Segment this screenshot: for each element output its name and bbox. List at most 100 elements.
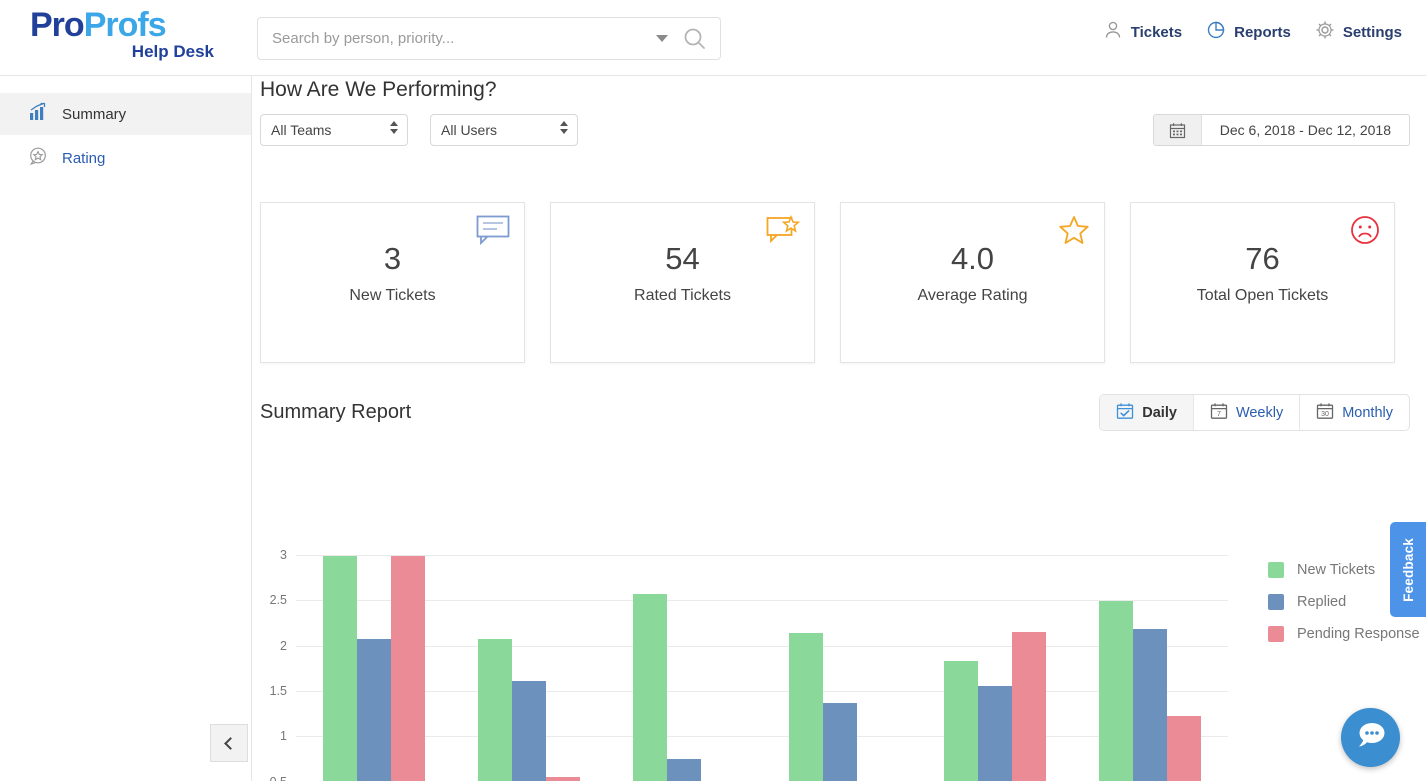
feedback-tab[interactable]: Feedback bbox=[1390, 522, 1426, 617]
tab-label-monthly: Monthly bbox=[1342, 405, 1393, 421]
tab-monthly[interactable]: 30 Monthly bbox=[1300, 395, 1409, 430]
stat-label: Total Open Tickets bbox=[1131, 287, 1394, 305]
sidebar-item-rating[interactable]: Rating bbox=[0, 137, 251, 179]
search-input[interactable] bbox=[258, 18, 656, 59]
filter-bar: All Teams All Users bbox=[260, 114, 578, 146]
chevron-down-icon[interactable] bbox=[656, 35, 668, 42]
chat-bubble-icon bbox=[1354, 718, 1388, 757]
y-axis-tick-label: 2.5 bbox=[270, 593, 287, 607]
chart-bar-group: Fri Dec 7 bbox=[451, 556, 606, 781]
svg-text:30: 30 bbox=[1321, 411, 1329, 418]
search-bar[interactable] bbox=[257, 17, 721, 60]
legend-item[interactable]: Pending Response bbox=[1268, 618, 1420, 650]
nav-item-reports[interactable]: Reports bbox=[1206, 20, 1291, 44]
legend-label: New Tickets bbox=[1297, 562, 1375, 578]
chart-bar[interactable] bbox=[1133, 629, 1167, 781]
y-axis-tick-label: 3 bbox=[280, 548, 287, 562]
sidebar-label-summary: Summary bbox=[62, 106, 126, 123]
sidebar-item-summary[interactable]: Summary bbox=[0, 93, 251, 135]
chart-bar[interactable] bbox=[357, 639, 391, 781]
bar-chart-arrow-icon bbox=[28, 102, 48, 126]
chevron-left-icon bbox=[224, 737, 237, 750]
chart-bar-group: Tue Dec 11 bbox=[1073, 556, 1228, 781]
app-header: ProProfs Help Desk Tickets Reports Set bbox=[0, 0, 1426, 76]
stat-card-total-open-tickets[interactable]: 76 Total Open Tickets bbox=[1130, 202, 1395, 363]
search-icon[interactable] bbox=[682, 26, 708, 52]
logo[interactable]: ProProfs Help Desk bbox=[30, 8, 220, 62]
pie-chart-icon bbox=[1206, 20, 1226, 44]
report-title: Summary Report bbox=[260, 401, 411, 424]
gear-icon bbox=[1315, 20, 1335, 44]
chart-bar[interactable] bbox=[512, 681, 546, 781]
users-select[interactable]: All Users bbox=[430, 114, 578, 146]
date-range-picker[interactable]: Dec 6, 2018 - Dec 12, 2018 bbox=[1153, 114, 1410, 146]
stepper-arrows-icon bbox=[560, 121, 568, 134]
nav-item-settings[interactable]: Settings bbox=[1315, 20, 1402, 44]
stepper-arrows-icon bbox=[390, 121, 398, 134]
y-axis-tick-label: 1 bbox=[280, 729, 287, 743]
user-icon bbox=[1103, 20, 1123, 44]
tab-weekly[interactable]: 7 Weekly bbox=[1194, 395, 1300, 430]
teams-select[interactable]: All Teams bbox=[260, 114, 408, 146]
tab-label-daily: Daily bbox=[1142, 405, 1177, 421]
chart-plot-area: 00.511.522.53 Thu Dec 6Fri Dec 7Sat Dec … bbox=[296, 556, 1228, 781]
stat-card-rated-tickets[interactable]: 54 Rated Tickets bbox=[550, 202, 815, 363]
stat-value: 76 bbox=[1131, 241, 1394, 277]
chart-bar[interactable] bbox=[789, 633, 823, 781]
calendar-30-icon: 30 bbox=[1316, 402, 1334, 424]
legend-swatch bbox=[1268, 562, 1284, 578]
stat-value: 4.0 bbox=[841, 241, 1104, 277]
feedback-label: Feedback bbox=[1401, 538, 1416, 602]
stat-card-new-tickets[interactable]: 3 New Tickets bbox=[260, 202, 525, 363]
y-axis-tick-label: 0.5 bbox=[270, 775, 287, 781]
nav-label-reports: Reports bbox=[1234, 24, 1291, 41]
tab-label-weekly: Weekly bbox=[1236, 405, 1283, 421]
chart-bar[interactable] bbox=[823, 703, 857, 781]
chat-button[interactable] bbox=[1341, 708, 1400, 767]
tab-daily[interactable]: Daily bbox=[1100, 395, 1194, 430]
legend-label: Replied bbox=[1297, 594, 1346, 610]
period-tabs: Daily 7 Weekly 30 Monthly bbox=[1099, 394, 1410, 431]
main-content: How Are We Performing? All Teams All Use… bbox=[252, 76, 1426, 781]
summary-bar-chart: 00.511.522.53 Thu Dec 6Fri Dec 7Sat Dec … bbox=[260, 468, 1420, 778]
stat-cards: 3 New Tickets 54 Rated Tickets 4.0 Avera… bbox=[260, 202, 1395, 363]
star-bubble-icon bbox=[28, 146, 48, 170]
chart-bar-group: Thu Dec 6 bbox=[296, 556, 451, 781]
chart-bar[interactable] bbox=[978, 686, 1012, 781]
chart-bar[interactable] bbox=[546, 777, 580, 781]
svg-text:7: 7 bbox=[1217, 409, 1221, 418]
date-range-value: Dec 6, 2018 - Dec 12, 2018 bbox=[1202, 122, 1409, 138]
calendar-icon bbox=[1154, 115, 1202, 145]
chart-bar[interactable] bbox=[633, 594, 667, 781]
legend-label: Pending Response bbox=[1297, 626, 1420, 642]
page-title: How Are We Performing? bbox=[260, 78, 497, 102]
calendar-check-icon bbox=[1116, 402, 1134, 424]
chart-bar-group: Sat Dec 8 bbox=[607, 556, 762, 781]
y-axis-tick-label: 2 bbox=[280, 639, 287, 653]
chart-bar[interactable] bbox=[1099, 601, 1133, 781]
chart-bar[interactable] bbox=[667, 759, 701, 781]
stat-label: Average Rating bbox=[841, 287, 1104, 305]
stat-card-average-rating[interactable]: 4.0 Average Rating bbox=[840, 202, 1105, 363]
stat-value: 3 bbox=[261, 241, 524, 277]
users-select-value: All Users bbox=[441, 122, 497, 138]
chart-bar[interactable] bbox=[391, 556, 425, 781]
chart-bar[interactable] bbox=[944, 661, 978, 781]
chart-bar[interactable] bbox=[1167, 716, 1201, 781]
chart-bar[interactable] bbox=[323, 556, 357, 781]
stat-value: 54 bbox=[551, 241, 814, 277]
y-axis-tick-label: 1.5 bbox=[270, 684, 287, 698]
chart-bar[interactable] bbox=[478, 639, 512, 781]
teams-select-value: All Teams bbox=[271, 122, 331, 138]
chart-bar-group: Mon Dec 10 bbox=[917, 556, 1072, 781]
chart-bar[interactable] bbox=[1012, 632, 1046, 781]
chart-bar-groups: Thu Dec 6Fri Dec 7Sat Dec 8Sun Dec 9Mon … bbox=[296, 556, 1228, 781]
sidebar-collapse-button[interactable] bbox=[210, 724, 248, 762]
nav-label-tickets: Tickets bbox=[1131, 24, 1182, 41]
logo-profs-text: Profs bbox=[84, 6, 166, 44]
logo-pro-text: Pro bbox=[30, 6, 84, 44]
nav-item-tickets[interactable]: Tickets bbox=[1103, 20, 1182, 44]
legend-swatch bbox=[1268, 626, 1284, 642]
legend-swatch bbox=[1268, 594, 1284, 610]
sidebar: Summary Rating bbox=[0, 76, 252, 781]
